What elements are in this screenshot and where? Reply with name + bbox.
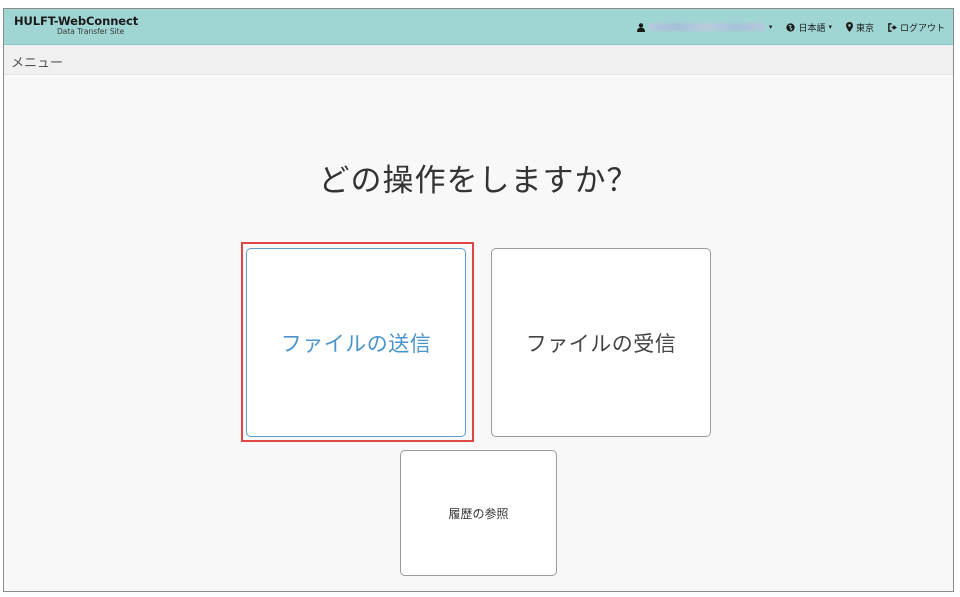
logout-button[interactable]: ログアウト xyxy=(888,21,945,34)
user-icon xyxy=(636,22,648,32)
location-menu[interactable]: 東京 xyxy=(845,21,874,34)
language-menu[interactable]: 日本語 ▾ xyxy=(786,21,832,34)
send-file-button[interactable]: ファイルの送信 xyxy=(246,248,466,437)
map-marker-icon xyxy=(845,22,856,32)
view-history-button[interactable]: 履歴の参照 xyxy=(400,450,557,576)
chevron-down-icon: ▾ xyxy=(828,23,832,31)
globe-icon xyxy=(786,22,798,32)
logout-label: ログアウト xyxy=(899,23,945,34)
brand-name: HULFT-WebConnect xyxy=(14,14,139,28)
app-window: HULFT-WebConnect Data Transfer Site ▾ 日本… xyxy=(3,8,954,592)
view-history-label: 履歴の参照 xyxy=(448,506,509,521)
logout-icon xyxy=(888,22,900,32)
send-file-label: ファイルの送信 xyxy=(280,331,432,356)
user-menu[interactable]: ▾ xyxy=(636,22,773,32)
brand-subtitle: Data Transfer Site xyxy=(57,27,125,36)
nav-right: ▾ 日本語 ▾ 東京 ログアウト xyxy=(636,9,953,45)
page-question: どの操作をしますか？ xyxy=(318,163,639,199)
breadcrumb-bar: メニュー xyxy=(4,45,953,75)
receive-file-label: ファイルの受信 xyxy=(525,331,677,356)
location-label: 東京 xyxy=(855,23,874,34)
top-navbar: HULFT-WebConnect Data Transfer Site ▾ 日本… xyxy=(4,9,953,45)
breadcrumb: メニュー xyxy=(11,56,64,71)
user-email-redacted xyxy=(647,23,766,31)
receive-file-button[interactable]: ファイルの受信 xyxy=(491,248,711,437)
brand-logo[interactable]: HULFT-WebConnect Data Transfer Site xyxy=(14,15,138,36)
chevron-down-icon: ▾ xyxy=(768,23,773,31)
language-label: 日本語 xyxy=(798,23,826,34)
